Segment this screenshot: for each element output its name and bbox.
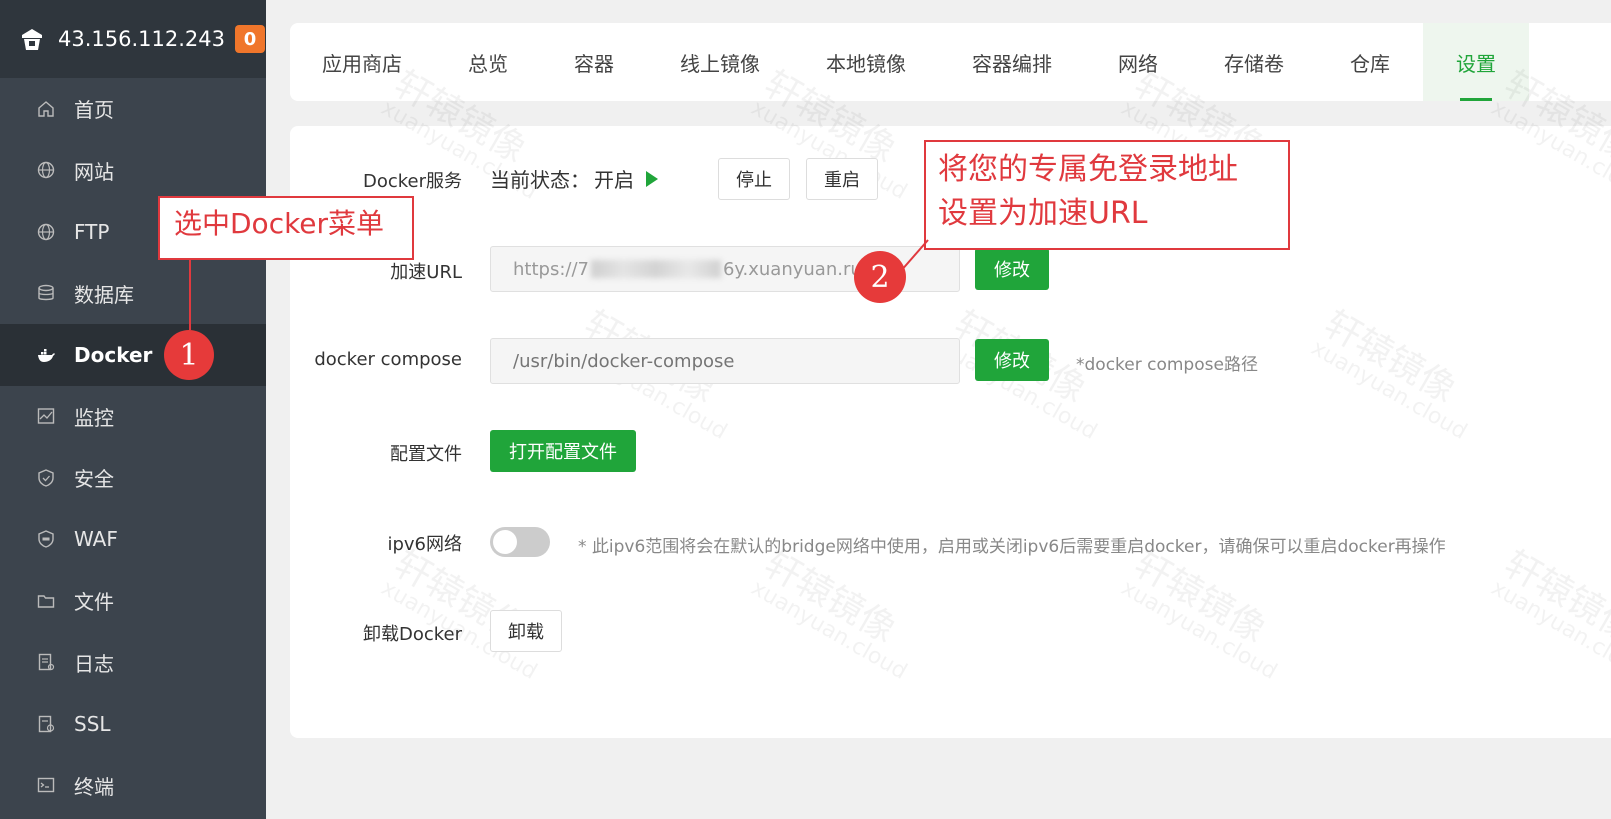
- modify-mirror-url-button[interactable]: 修改: [975, 248, 1049, 290]
- tab-app-store[interactable]: 应用商店: [290, 23, 435, 101]
- tab-containers[interactable]: 容器: [541, 23, 647, 101]
- sidebar-item-database[interactable]: 数据库: [0, 263, 266, 325]
- tab-online-images[interactable]: 线上镜像: [647, 23, 793, 101]
- server-ip: 43.156.112.243: [58, 27, 225, 51]
- sidebar-item-label: WAF: [74, 527, 118, 552]
- bt-logo-icon: [22, 29, 42, 50]
- sidebar-item-label: 首页: [74, 98, 114, 123]
- modify-compose-button[interactable]: 修改: [975, 339, 1049, 381]
- sidebar-header: 43.156.112.243 0: [0, 0, 266, 78]
- log-icon: [36, 652, 56, 672]
- docker-tab-bar: 应用商店 总览 容器 线上镜像 本地镜像 容器编排 网络 存储卷 仓库 设置: [290, 23, 1611, 101]
- sidebar-item-website[interactable]: 网站: [0, 140, 266, 202]
- tab-local-images[interactable]: 本地镜像: [793, 23, 939, 101]
- docker-icon: [36, 345, 56, 365]
- restart-button[interactable]: 重启: [806, 158, 878, 200]
- globe-icon: [36, 160, 56, 180]
- folder-icon: [36, 591, 56, 611]
- sidebar-item-label: 监控: [74, 405, 114, 430]
- tab-network[interactable]: 网络: [1085, 23, 1191, 101]
- annotation-step-1: 1: [164, 330, 214, 380]
- tab-registry[interactable]: 仓库: [1317, 23, 1423, 101]
- ipv6-hint: * 此ipv6范围将会在默认的bridge网络中使用，启用或关闭ipv6后需要重…: [578, 537, 1446, 557]
- sidebar-nav: 首页 网站 FTP 数据库 Docker 监控 安全 WAF 文件 日志 SSL…: [0, 78, 266, 816]
- annotation-set-mirror-url: 将您的专属免登录地址 设置为加速URL: [924, 140, 1290, 250]
- sidebar-item-home[interactable]: 首页: [0, 78, 266, 140]
- database-icon: [36, 283, 56, 303]
- home-icon: [36, 99, 56, 119]
- stop-button[interactable]: 停止: [718, 158, 790, 200]
- sidebar: 43.156.112.243 0 首页 网站 FTP 数据库 Docker 监控: [0, 0, 266, 819]
- tab-overview[interactable]: 总览: [435, 23, 541, 101]
- sidebar-item-label: SSL: [74, 711, 111, 736]
- sidebar-item-label: 安全: [74, 467, 114, 492]
- sidebar-item-label: 日志: [74, 651, 114, 676]
- sidebar-item-logs[interactable]: 日志: [0, 632, 266, 694]
- sidebar-item-files[interactable]: 文件: [0, 570, 266, 632]
- annotation-select-docker: 选中Docker菜单: [158, 196, 414, 260]
- terminal-icon: [36, 775, 56, 795]
- monitor-icon: [36, 406, 56, 426]
- waf-shield-icon: [36, 529, 56, 549]
- annotation-connector-1: [189, 260, 191, 330]
- docker-service-label: Docker服务: [362, 171, 462, 192]
- tab-volumes[interactable]: 存储卷: [1191, 23, 1317, 101]
- certificate-icon: [36, 714, 56, 734]
- compose-hint: *docker compose路径: [1076, 355, 1258, 375]
- sidebar-item-label: FTP: [74, 219, 110, 244]
- toggle-knob: [493, 530, 517, 554]
- ipv6-toggle[interactable]: [490, 527, 550, 557]
- sidebar-item-label: 文件: [74, 590, 114, 615]
- status-prefix: 当前状态：: [490, 168, 590, 192]
- sidebar-item-docker[interactable]: Docker: [0, 324, 266, 386]
- compose-path-input[interactable]: [490, 338, 960, 384]
- compose-label: docker compose: [314, 349, 462, 370]
- uninstall-label: 卸载Docker: [362, 624, 462, 645]
- config-file-label: 配置文件: [390, 444, 462, 465]
- notification-badge[interactable]: 0: [235, 25, 265, 53]
- tab-compose[interactable]: 容器编排: [939, 23, 1085, 101]
- status-value: 开启: [594, 168, 634, 192]
- running-play-icon: [646, 170, 658, 187]
- sidebar-item-terminal[interactable]: 终端: [0, 755, 266, 817]
- sidebar-item-ssl[interactable]: SSL: [0, 693, 266, 755]
- uninstall-button[interactable]: 卸载: [490, 610, 562, 652]
- tab-settings[interactable]: 设置: [1423, 23, 1529, 101]
- sidebar-item-label: 网站: [74, 159, 114, 184]
- sidebar-item-security[interactable]: 安全: [0, 447, 266, 509]
- shield-icon: [36, 468, 56, 488]
- watermark: 轩辕镜像xuanyuan.cloud: [1486, 543, 1611, 685]
- open-config-file-button[interactable]: 打开配置文件: [490, 430, 636, 472]
- docker-status: 当前状态： 开启: [490, 164, 658, 193]
- sidebar-item-monitor[interactable]: 监控: [0, 386, 266, 448]
- sidebar-item-label: 数据库: [74, 282, 134, 307]
- watermark: 轩辕镜像xuanyuan.cloud: [1306, 303, 1472, 445]
- sidebar-item-label: 终端: [74, 774, 114, 799]
- ipv6-label: ipv6网络: [387, 534, 462, 555]
- sidebar-item-label: Docker: [74, 342, 153, 367]
- watermark: 轩辕镜像xuanyuan.cloud: [746, 543, 912, 685]
- sidebar-item-waf[interactable]: WAF: [0, 509, 266, 571]
- annotation-step-2: 2: [854, 251, 906, 303]
- mirror-url-label: 加速URL: [390, 262, 462, 283]
- watermark: 轩辕镜像xuanyuan.cloud: [1116, 543, 1282, 685]
- redacted-blur: [590, 260, 721, 278]
- globe-icon: [36, 222, 56, 242]
